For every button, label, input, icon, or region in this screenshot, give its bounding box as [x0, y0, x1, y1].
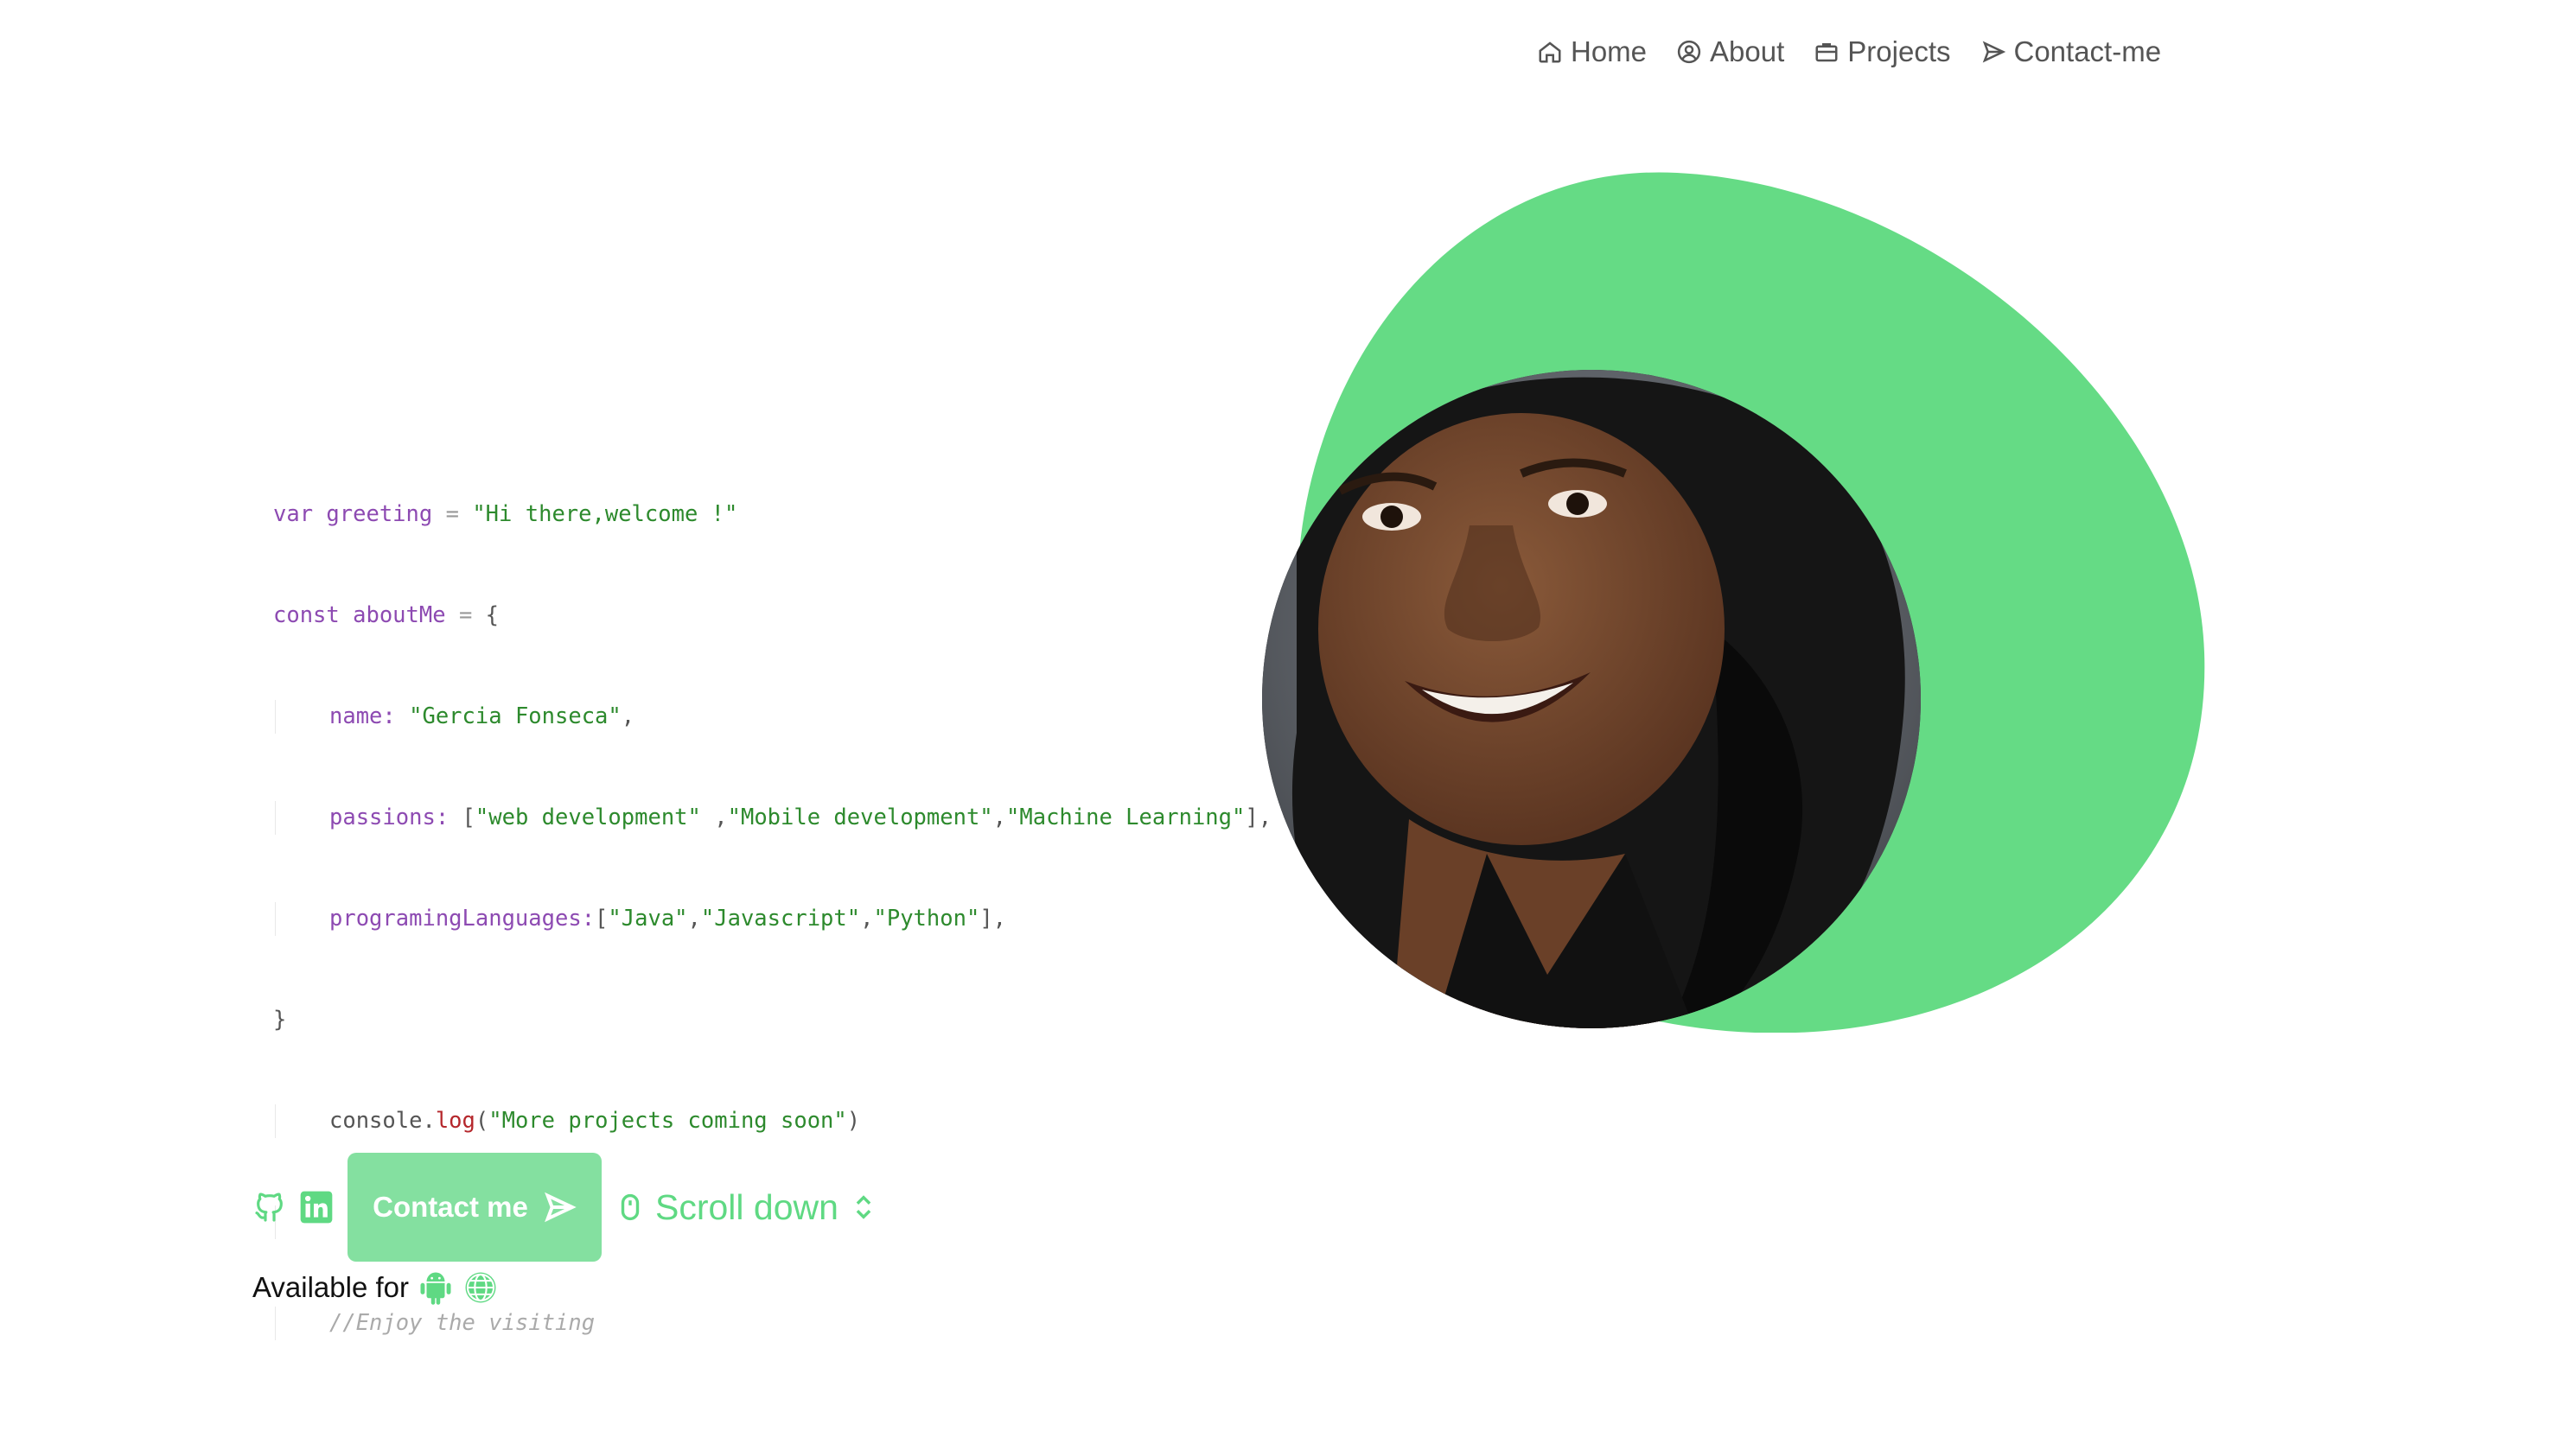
code-punct: [ — [462, 805, 475, 830]
send-icon — [544, 1192, 577, 1223]
linkedin-link[interactable] — [299, 1190, 334, 1224]
code-variable: greeting — [326, 501, 433, 527]
nav-home[interactable]: Home — [1537, 35, 1647, 68]
send-icon — [1982, 41, 2005, 63]
github-icon — [255, 1192, 283, 1222]
code-brace: } — [273, 1007, 287, 1033]
code-line: console.log("More projects coming soon") — [275, 1104, 1310, 1138]
code-string: "Hi there,welcome !" — [472, 501, 738, 527]
code-punct: , — [700, 805, 728, 830]
nav-projects-label: Projects — [1847, 35, 1951, 67]
code-punct: , — [860, 906, 874, 932]
code-punct: , — [992, 805, 1007, 830]
code-operator: = — [445, 501, 459, 527]
code-keyword: const — [273, 602, 340, 628]
nav-contact[interactable]: Contact-me — [1980, 35, 2162, 68]
home-icon — [1539, 41, 1561, 63]
contact-me-button[interactable]: Contact me — [348, 1153, 602, 1262]
code-string: "Gercia Fonseca" — [409, 703, 622, 729]
code-property: programingLanguages: — [329, 906, 596, 932]
code-string: "Machine Learning" — [1006, 805, 1246, 830]
available-label: Available for — [252, 1271, 410, 1303]
code-line: name: "Gercia Fonseca", — [275, 700, 1310, 734]
code-line: var greeting = "Hi there,welcome !" — [273, 498, 1310, 531]
code-punct: ) — [846, 1108, 861, 1134]
code-string: "More projects coming soon" — [488, 1108, 847, 1134]
hero-actions: Contact me Scroll down — [252, 1153, 878, 1262]
main-nav: Home About Projects Contact-me — [1537, 31, 2161, 73]
code-line: //Enjoy the visiting — [275, 1307, 1310, 1340]
code-punct: ( — [475, 1108, 489, 1134]
scroll-down-button[interactable]: Scroll down — [615, 1187, 878, 1228]
user-circle-icon — [1677, 40, 1701, 64]
code-operator: = — [458, 602, 473, 628]
code-comment: //Enjoy the visiting — [329, 1310, 596, 1336]
chevron-updown-icon — [856, 1195, 871, 1219]
portrait-photo — [1262, 370, 1921, 1028]
code-keyword: var — [273, 501, 314, 527]
nav-about-label: About — [1710, 35, 1785, 67]
code-punct: , — [621, 703, 635, 729]
code-string: "Java" — [608, 906, 688, 932]
code-string: "Mobile development" — [727, 805, 993, 830]
available-platforms: Available for — [252, 1265, 499, 1310]
code-punct: ], — [979, 906, 1007, 932]
github-link[interactable] — [252, 1190, 287, 1224]
code-line: passions: ["web development" ,"Mobile de… — [275, 801, 1310, 835]
nav-projects[interactable]: Projects — [1814, 35, 1951, 68]
linkedin-icon — [300, 1191, 333, 1224]
code-function: log — [435, 1108, 475, 1134]
globe-icon — [465, 1272, 496, 1303]
code-object: console. — [329, 1108, 436, 1134]
nav-about[interactable]: About — [1676, 35, 1784, 68]
scroll-down-label: Scroll down — [655, 1186, 838, 1227]
android-icon — [420, 1272, 451, 1305]
code-property: passions: — [329, 805, 450, 830]
code-punct: [ — [595, 906, 609, 932]
briefcase-icon — [1815, 43, 1838, 62]
code-line: const aboutMe = { — [273, 599, 1310, 633]
mouse-icon — [621, 1193, 640, 1221]
code-brace: { — [485, 602, 500, 628]
code-property: name: — [329, 703, 396, 729]
code-line: } — [273, 1003, 1310, 1037]
code-variable: aboutMe — [353, 602, 446, 628]
code-punct: , — [687, 906, 701, 932]
code-string: "Python" — [873, 906, 980, 932]
contact-me-label: Contact me — [373, 1191, 528, 1223]
code-string: "web development" — [475, 805, 701, 830]
portrait-illustration — [1262, 370, 1921, 1028]
nav-contact-label: Contact-me — [2013, 35, 2162, 67]
nav-home-label: Home — [1571, 35, 1648, 67]
code-string: "Javascript" — [700, 906, 861, 932]
code-line: programingLanguages:["Java","Javascript"… — [275, 902, 1310, 936]
